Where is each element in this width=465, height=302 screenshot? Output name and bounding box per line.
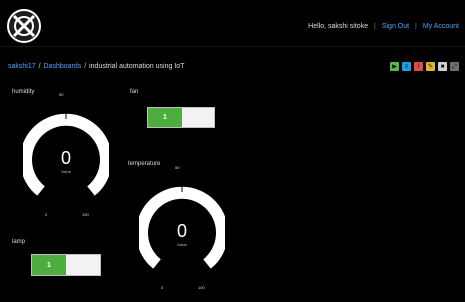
alert-icon-button[interactable]: ! bbox=[414, 62, 423, 71]
app-logo bbox=[6, 8, 42, 44]
temperature-label: temperature bbox=[128, 161, 161, 167]
fan-switch-off-segment bbox=[182, 108, 214, 127]
breadcrumb-slash-1: / bbox=[38, 63, 41, 70]
header-divider bbox=[0, 46, 465, 47]
wrench-icon-button[interactable]: ✎ bbox=[426, 62, 435, 71]
lamp-label: lamp bbox=[12, 239, 26, 245]
sliders-icon: ≡ bbox=[404, 63, 409, 70]
logo-icon bbox=[7, 9, 41, 43]
lock-icon: ■ bbox=[440, 63, 445, 70]
dashboard-screen: Hello, sakshi sitoke | Sign Out | My Acc… bbox=[0, 0, 465, 302]
play-icon: ▶ bbox=[392, 63, 397, 70]
user-separator-2: | bbox=[415, 23, 417, 30]
breadcrumb: sakshi17 / Dashboards / industrial autom… bbox=[8, 63, 184, 70]
humidity-gauge: 50 0 Value 0 100 bbox=[20, 92, 112, 217]
user-navigation: Hello, sakshi sitoke | Sign Out | My Acc… bbox=[308, 23, 459, 30]
lamp-switch-on: 1 bbox=[32, 255, 66, 275]
breadcrumb-user-link[interactable]: sakshi17 bbox=[8, 63, 36, 70]
temperature-readout: 0 Value bbox=[169, 222, 195, 247]
sliders-icon-button[interactable]: ≡ bbox=[402, 62, 411, 71]
lamp-switch-off-segment bbox=[66, 255, 100, 275]
breadcrumb-dashboards-link[interactable]: Dashboards bbox=[44, 63, 82, 70]
fan-switch-on: 1 bbox=[148, 108, 182, 127]
expand-icon: ⤢ bbox=[452, 63, 457, 70]
humidity-top-label: 50 bbox=[59, 92, 64, 97]
fan-switch[interactable]: 1 bbox=[147, 107, 215, 128]
temperature-top-label: 50 bbox=[175, 165, 180, 170]
top-header: Hello, sakshi sitoke | Sign Out | My Acc… bbox=[0, 0, 465, 46]
dashboard-title: industrial automation using IoT bbox=[89, 63, 185, 70]
lamp-switch[interactable]: 1 bbox=[31, 254, 101, 276]
sign-out-link[interactable]: Sign Out bbox=[382, 23, 409, 30]
dashboard-toolbar: ▶ ≡ ! ✎ ■ ⤢ bbox=[390, 62, 459, 71]
temperature-value: 0 bbox=[176, 221, 187, 241]
breadcrumb-slash-2: / bbox=[84, 63, 87, 70]
humidity-value: 0 bbox=[60, 148, 71, 168]
alert-icon: ! bbox=[417, 63, 420, 70]
lock-icon-button[interactable]: ■ bbox=[438, 62, 447, 71]
greeting-text: Hello, sakshi sitoke bbox=[308, 23, 369, 30]
temperature-min-label: 0 bbox=[161, 285, 164, 290]
wrench-icon: ✎ bbox=[427, 63, 434, 70]
humidity-unit: Value bbox=[61, 169, 71, 174]
expand-icon-button[interactable]: ⤢ bbox=[450, 62, 459, 71]
temperature-max-label: 100 bbox=[198, 285, 205, 290]
humidity-min-label: 0 bbox=[45, 212, 48, 217]
play-icon-button[interactable]: ▶ bbox=[390, 62, 399, 71]
temperature-gauge: 50 0 Value 0 100 bbox=[136, 165, 228, 290]
humidity-label: humidity bbox=[12, 89, 35, 95]
fan-label: fan bbox=[130, 89, 139, 95]
humidity-readout: 0 Value bbox=[53, 149, 79, 174]
my-account-link[interactable]: My Account bbox=[423, 23, 459, 30]
temperature-unit: Value bbox=[177, 242, 187, 247]
humidity-max-label: 100 bbox=[82, 212, 89, 217]
user-separator-1: | bbox=[374, 23, 376, 30]
